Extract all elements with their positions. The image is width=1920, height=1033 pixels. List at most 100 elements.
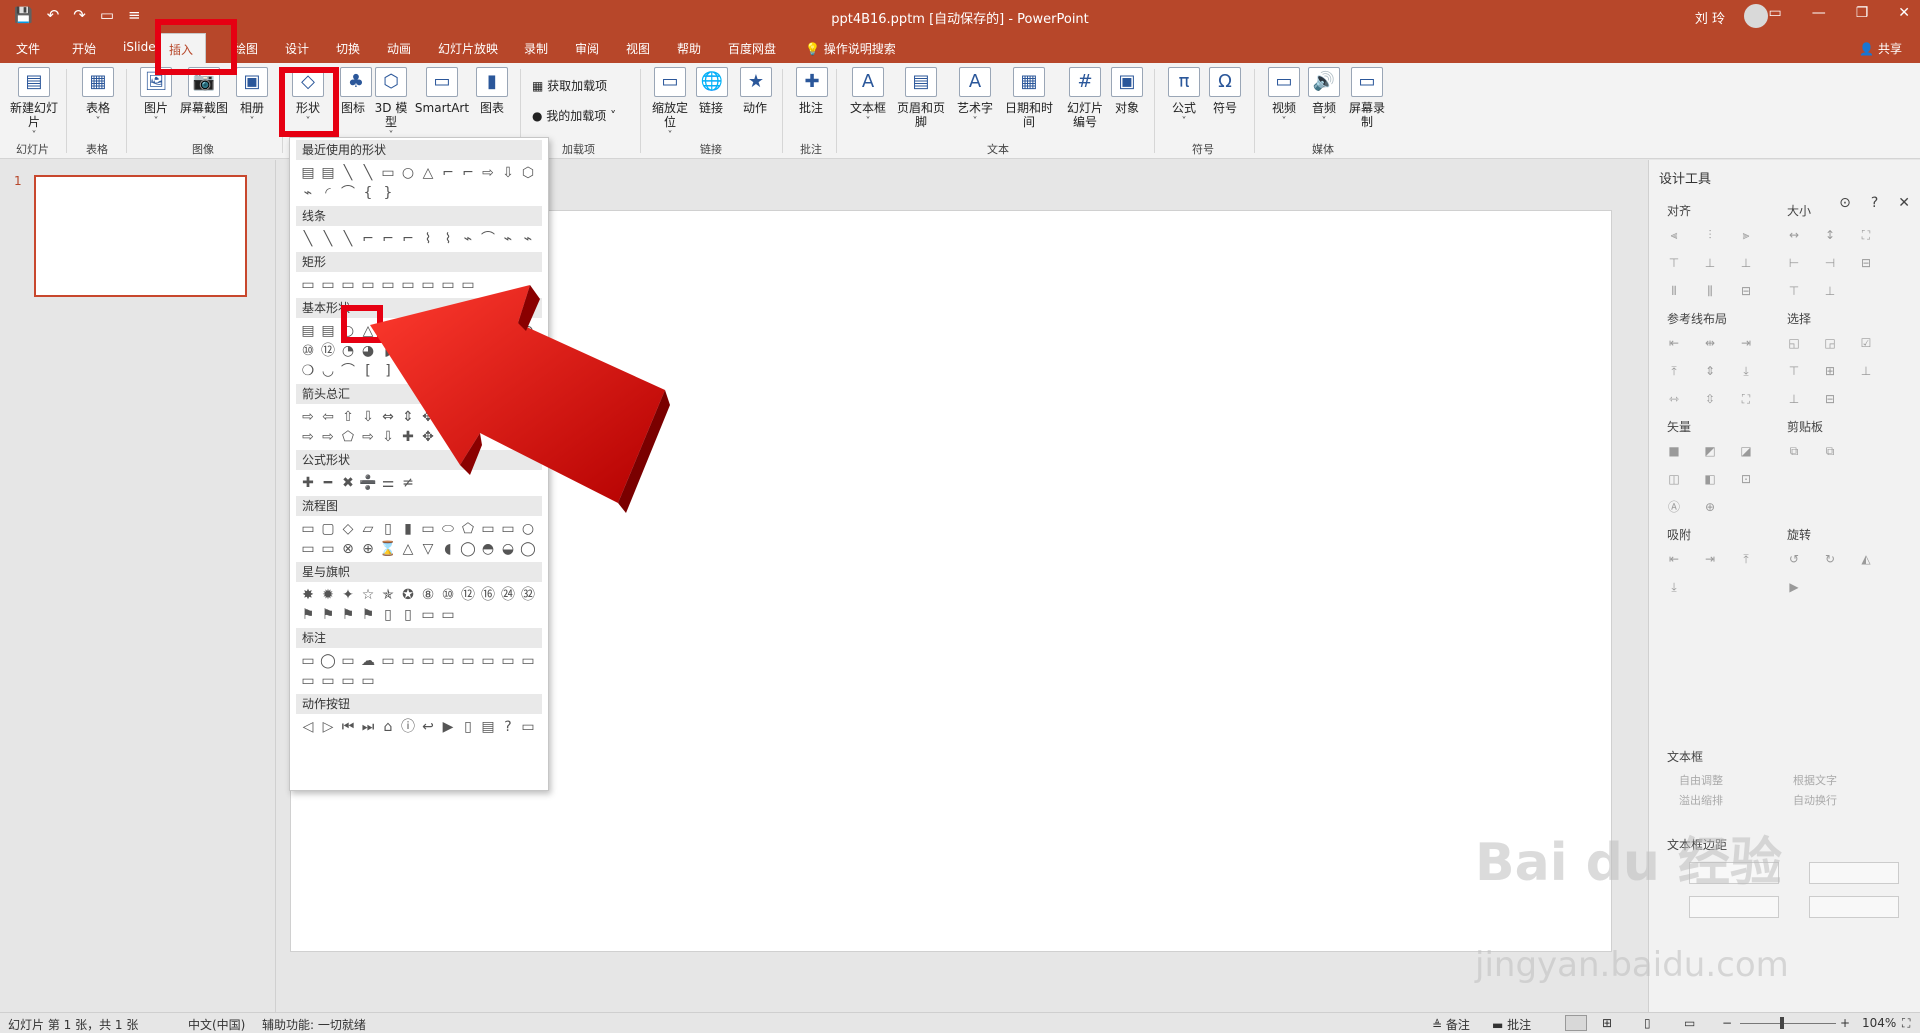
shape-item[interactable]: ▭: [478, 651, 498, 671]
design-tool-icon[interactable]: ⤓: [1663, 578, 1685, 596]
design-tool-icon[interactable]: ■: [1663, 442, 1685, 460]
shape-item[interactable]: ☁: [358, 651, 378, 671]
design-tool-icon[interactable]: ⤒: [1735, 550, 1757, 568]
shape-item[interactable]: ⬠: [338, 427, 358, 447]
design-tool-icon[interactable]: ⫶: [1699, 226, 1721, 244]
design-tool-icon[interactable]: ⧉: [1819, 442, 1841, 460]
shape-item[interactable]: ◖: [438, 539, 458, 559]
tab-5[interactable]: 设计: [285, 40, 309, 57]
shape-item[interactable]: ▭: [438, 651, 458, 671]
design-tool-icon[interactable]: ⊟: [1855, 254, 1877, 272]
tab-13[interactable]: 百度网盘: [728, 40, 776, 57]
ribbon-button-4[interactable]: ▣ 相册 ˅: [232, 67, 272, 129]
avatar[interactable]: [1744, 4, 1768, 28]
shape-item[interactable]: ╲: [318, 229, 338, 249]
design-tool-icon[interactable]: ⫼: [1699, 282, 1721, 300]
design-tool-icon[interactable]: ⊤: [1783, 282, 1805, 300]
design-tool-icon[interactable]: ↺: [1783, 550, 1805, 568]
shape-item[interactable]: ⇩: [498, 163, 518, 183]
design-tool-icon[interactable]: ↕: [1819, 226, 1841, 244]
shape-item[interactable]: ━: [318, 473, 338, 493]
ribbon-button-9[interactable]: ▮ 图表: [474, 67, 510, 115]
textbox-opt-fit-text[interactable]: 根据文字: [1793, 772, 1837, 788]
shape-item[interactable]: ⌐: [378, 229, 398, 249]
ribbon-button-0[interactable]: ▤ 新建幻灯片 ˅: [8, 67, 60, 143]
shape-item[interactable]: ◒: [498, 539, 518, 559]
shape-item[interactable]: ✯: [378, 585, 398, 605]
design-tool-icon[interactable]: ⛶: [1735, 390, 1757, 408]
shape-item[interactable]: ▭: [458, 651, 478, 671]
shape-item[interactable]: ✸: [298, 585, 318, 605]
shape-item[interactable]: ▤: [298, 163, 318, 183]
shape-item[interactable]: ✦: [338, 585, 358, 605]
design-tool-icon[interactable]: ⊕: [1699, 498, 1721, 516]
shape-item[interactable]: ✖: [338, 473, 358, 493]
design-tool-icon[interactable]: ⤓: [1735, 362, 1757, 380]
panel-header-icon[interactable]: ✕: [1898, 195, 1910, 211]
margin-top-input[interactable]: [1689, 896, 1779, 918]
shape-item[interactable]: ○: [518, 519, 538, 539]
tab-1[interactable]: 开始: [72, 40, 96, 57]
shape-item[interactable]: ⌁: [518, 229, 538, 249]
shape-item[interactable]: ✪: [398, 585, 418, 605]
shape-item[interactable]: ⚑: [318, 605, 338, 625]
window-control-icon[interactable]: ❐: [1856, 5, 1869, 21]
ribbon-button-1[interactable]: ▦ 表格 ˅: [78, 67, 118, 129]
comments-button[interactable]: ▬ 批注: [1492, 1016, 1531, 1033]
shape-item[interactable]: ▯: [378, 519, 398, 539]
tab-6[interactable]: 切换: [336, 40, 360, 57]
shape-item[interactable]: ▯: [458, 717, 478, 737]
shape-item[interactable]: ⌇: [418, 229, 438, 249]
shape-item[interactable]: ▭: [338, 671, 358, 691]
share-button[interactable]: 👤 共享: [1859, 40, 1902, 57]
shape-item[interactable]: ⌐: [358, 229, 378, 249]
shape-item[interactable]: ⬡: [518, 163, 538, 183]
tab-9[interactable]: 录制: [524, 40, 548, 57]
design-tool-icon[interactable]: ⊥: [1819, 282, 1841, 300]
design-tool-icon[interactable]: ↔: [1783, 226, 1805, 244]
design-tool-icon[interactable]: ⇹: [1699, 334, 1721, 352]
design-tool-icon[interactable]: Ⓐ: [1663, 498, 1685, 516]
ribbon-button-7[interactable]: ⬡ 3D 模型 ˅: [372, 67, 410, 143]
shape-item[interactable]: ▭: [358, 671, 378, 691]
shape-item[interactable]: ✹: [318, 585, 338, 605]
window-controls[interactable]: ▭ — ❐ ✕: [1768, 5, 1910, 21]
panel-header-icon[interactable]: ⊙: [1839, 195, 1851, 211]
design-tool-icon[interactable]: ⊡: [1735, 470, 1757, 488]
margin-bottom-input[interactable]: [1809, 896, 1899, 918]
ribbon-small-button-1[interactable]: ● 我的加载项 ˅: [532, 107, 616, 124]
design-tool-icon[interactable]: ⊟: [1735, 282, 1757, 300]
shape-item[interactable]: ⌁: [498, 229, 518, 249]
shape-item[interactable]: ⇧: [338, 407, 358, 427]
ribbon-button-22[interactable]: ▭ 视频 ˅: [1266, 67, 1302, 129]
ribbon-button-13[interactable]: ✚ 批注: [796, 67, 828, 115]
zoom-slider[interactable]: [1740, 1023, 1836, 1024]
shape-item[interactable]: ▭: [418, 605, 438, 625]
shape-item[interactable]: ⇨: [318, 427, 338, 447]
shape-item[interactable]: ⊕: [358, 539, 378, 559]
design-tool-icon[interactable]: ⫸: [1735, 226, 1757, 244]
shape-item[interactable]: ⌐: [438, 163, 458, 183]
ribbon-button-2[interactable]: 🖼 图片 ˅: [138, 67, 174, 129]
ribbon-small-button-0[interactable]: ▦ 获取加载项: [532, 77, 607, 94]
ribbon-button-24[interactable]: ▭ 屏幕录制: [1348, 67, 1386, 129]
ribbon-button-12[interactable]: ★ 动作: [740, 67, 772, 115]
ribbon-button-8[interactable]: ▭ SmartArt: [414, 67, 470, 115]
design-tool-icon[interactable]: ⊥: [1855, 362, 1877, 380]
shape-item[interactable]: ▭: [298, 519, 318, 539]
sorter-view-icon[interactable]: ⊞: [1602, 1016, 1612, 1030]
design-tool-icon[interactable]: ⤒: [1663, 362, 1685, 380]
shape-item[interactable]: ▯: [378, 605, 398, 625]
design-tool-icon[interactable]: ⇥: [1699, 550, 1721, 568]
shape-item[interactable]: ⌁: [298, 183, 318, 203]
shape-item[interactable]: ▭: [518, 717, 538, 737]
shape-item[interactable]: ↩: [418, 717, 438, 737]
window-control-icon[interactable]: ▭: [1768, 5, 1781, 21]
ribbon-button-20[interactable]: π 公式 ˅: [1166, 67, 1202, 129]
shape-item[interactable]: ▶: [438, 717, 458, 737]
design-tool-icon[interactable]: ▶: [1783, 578, 1805, 596]
shape-item[interactable]: △: [418, 163, 438, 183]
shape-item[interactable]: ⏮: [338, 717, 358, 737]
design-tool-icon[interactable]: ⛶: [1855, 226, 1877, 244]
tab-0[interactable]: 文件: [16, 40, 40, 57]
